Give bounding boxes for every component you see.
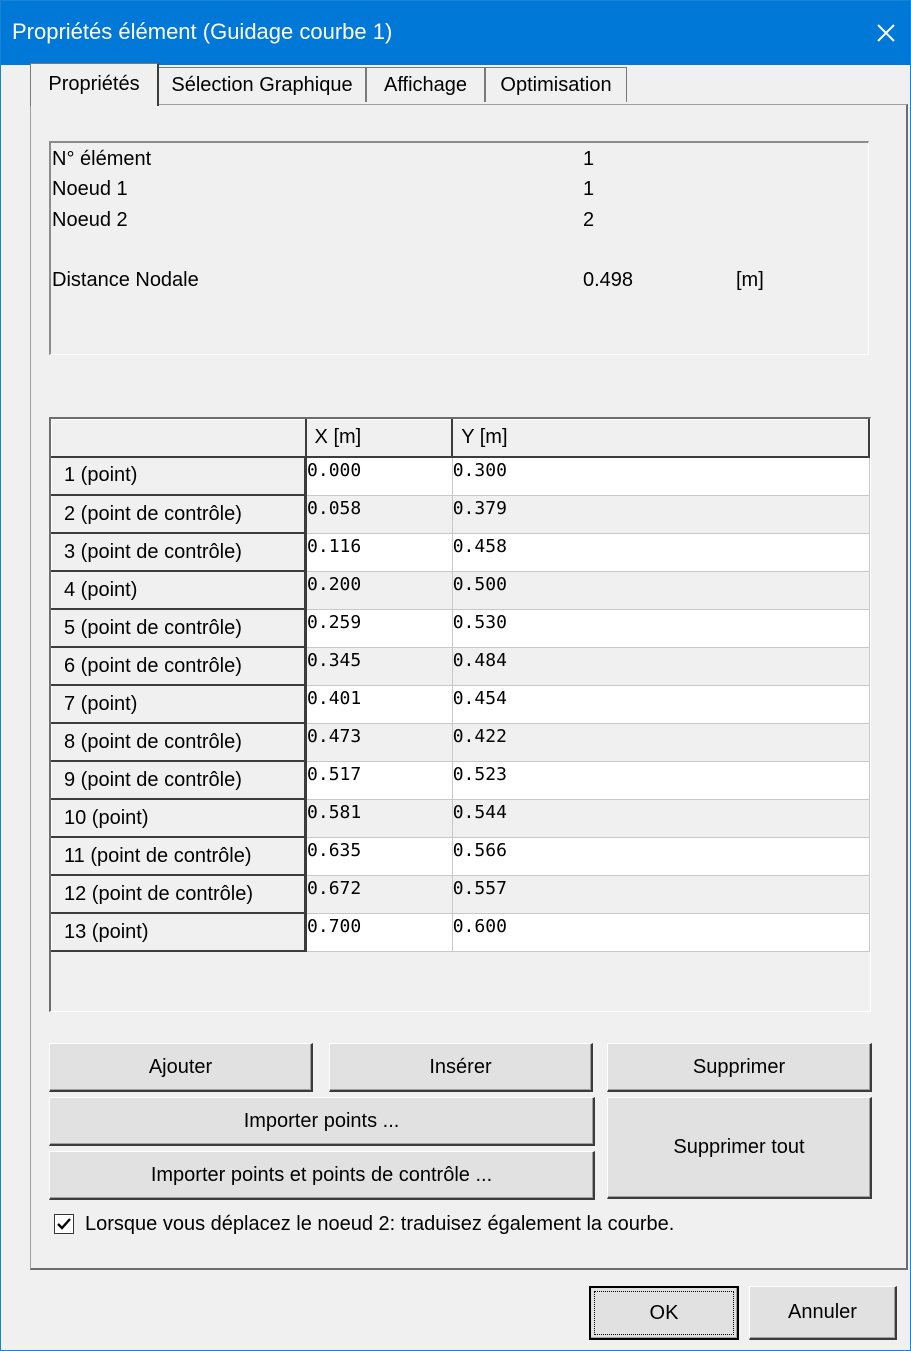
element-number-label: N° élément [52, 148, 152, 170]
y-cell[interactable]: 0.484 [452, 647, 870, 686]
x-cell[interactable]: 0.345 [305, 647, 453, 686]
table-row[interactable]: 2 (point de contrôle) 0.058 0.379 [51, 494, 870, 534]
x-cell[interactable]: 0.635 [305, 837, 453, 876]
tab-selection-graphique[interactable]: Sélection Graphique [158, 67, 366, 102]
y-cell[interactable]: 0.422 [452, 723, 870, 762]
row-header[interactable]: 6 (point de contrôle) [51, 646, 308, 686]
nodal-distance-label: Distance Nodale [52, 269, 199, 291]
x-cell[interactable]: 0.700 [305, 913, 453, 952]
row-header[interactable]: 7 (point) [51, 684, 308, 724]
tab-label: Propriétés [48, 73, 140, 95]
x-cell[interactable]: 0.672 [305, 875, 453, 914]
node2-value: 2 [583, 209, 595, 231]
delete-button[interactable]: Supprimer [607, 1043, 872, 1092]
table-row[interactable]: 3 (point de contrôle) 0.116 0.458 [51, 532, 870, 572]
column-header-y[interactable]: Y [m] [451, 419, 870, 458]
delete-all-label: Supprimer tout [673, 1136, 805, 1158]
insert-button-label: Insérer [429, 1055, 492, 1078]
cancel-button-label: Annuler [788, 1301, 857, 1323]
element-info-box [49, 141, 869, 355]
close-button[interactable] [862, 1, 910, 65]
table-row[interactable]: 5 (point de contrôle) 0.259 0.530 [51, 608, 870, 648]
row-header[interactable]: 1 (point) [51, 456, 308, 496]
points-table: X [m] Y [m] 1 (point) 0.000 0.300 2 (point … [51, 419, 870, 952]
table-row[interactable]: 4 (point) 0.200 0.500 [51, 570, 870, 610]
import-points-label: Importer points ... [243, 1109, 400, 1132]
row-header[interactable]: 9 (point de contrôle) [51, 760, 308, 800]
translate-curve-label[interactable]: Lorsque vous déplacez le noeud 2: tradui… [85, 1213, 674, 1236]
y-cell[interactable]: 0.544 [452, 799, 870, 838]
x-cell[interactable]: 0.200 [305, 571, 453, 610]
x-cell[interactable]: 0.116 [305, 533, 453, 572]
add-button-label: Ajouter [148, 1055, 213, 1078]
window-title: Propriétés élément (Guidage courbe 1) [12, 19, 393, 44]
tab-proprietes[interactable]: Propriétés [30, 63, 159, 106]
y-cell[interactable]: 0.530 [452, 609, 870, 648]
title-bar[interactable]: Propriétés élément (Guidage courbe 1) [1, 1, 910, 65]
x-cell[interactable]: 0.581 [305, 799, 453, 838]
y-cell[interactable]: 0.454 [452, 685, 870, 724]
y-cell[interactable]: 0.566 [452, 837, 870, 876]
row-header[interactable]: 2 (point de contrôle) [51, 494, 308, 534]
tab-label: Affichage [383, 74, 468, 96]
table-row[interactable]: 6 (point de contrôle) 0.345 0.484 [51, 646, 870, 686]
points-grid[interactable]: X [m] Y [m] 1 (point) 0.000 0.300 2 (point … [49, 417, 871, 1012]
y-cell[interactable]: 0.300 [452, 456, 870, 496]
table-row[interactable]: 13 (point) 0.700 0.600 [51, 912, 870, 952]
node1-value: 1 [583, 178, 595, 200]
node1-label: Noeud 1 [52, 178, 128, 200]
row-header[interactable]: 11 (point de contrôle) [51, 836, 308, 876]
tab-optimisation[interactable]: Optimisation [485, 67, 627, 102]
x-cell[interactable]: 0.473 [305, 723, 453, 762]
dialog-window: Propriétés élément (Guidage courbe 1) Pr… [0, 0, 911, 1351]
nodal-distance-unit: [m] [736, 269, 764, 291]
y-cell[interactable]: 0.523 [452, 761, 870, 800]
row-header[interactable]: 4 (point) [51, 570, 308, 610]
table-row[interactable]: 9 (point de contrôle) 0.517 0.523 [51, 760, 870, 800]
y-cell[interactable]: 0.379 [452, 495, 870, 534]
node2-label: Noeud 2 [52, 209, 128, 231]
table-row[interactable]: 10 (point) 0.581 0.544 [51, 798, 870, 838]
tab-label: Sélection Graphique [171, 74, 353, 96]
grid-corner-header [51, 419, 307, 458]
row-header[interactable]: 13 (point) [51, 912, 308, 952]
x-cell[interactable]: 0.401 [305, 685, 453, 724]
checkmark-icon [57, 1218, 71, 1230]
row-header[interactable]: 12 (point de contrôle) [51, 874, 308, 914]
y-cell[interactable]: 0.600 [452, 913, 870, 952]
ok-button[interactable]: OK [589, 1286, 739, 1340]
delete-button-label: Supprimer [692, 1055, 786, 1078]
table-row[interactable]: 7 (point) 0.401 0.454 [51, 684, 870, 724]
x-cell[interactable]: 0.517 [305, 761, 453, 800]
x-cell[interactable]: 0.058 [305, 495, 453, 534]
table-row[interactable]: 12 (point de contrôle) 0.672 0.557 [51, 874, 870, 914]
row-header[interactable]: 10 (point) [51, 798, 308, 838]
row-header[interactable]: 5 (point de contrôle) [51, 608, 308, 648]
y-cell[interactable]: 0.500 [452, 571, 870, 610]
row-header[interactable]: 8 (point de contrôle) [51, 722, 308, 762]
tab-affichage[interactable]: Affichage [366, 67, 485, 102]
y-cell[interactable]: 0.557 [452, 875, 870, 914]
insert-button[interactable]: Insérer [329, 1043, 593, 1092]
close-icon [877, 24, 895, 42]
cancel-button[interactable]: Annuler [749, 1286, 897, 1340]
x-cell[interactable]: 0.259 [305, 609, 453, 648]
row-header[interactable]: 3 (point de contrôle) [51, 532, 308, 572]
delete-all-button[interactable]: Supprimer tout [607, 1097, 872, 1199]
nodal-distance-value: 0.498 [583, 269, 634, 291]
add-button[interactable]: Ajouter [49, 1043, 313, 1092]
translate-curve-checkbox[interactable] [54, 1214, 74, 1234]
table-row[interactable]: 11 (point de contrôle) 0.635 0.566 [51, 836, 870, 876]
table-row[interactable]: 8 (point de contrôle) 0.473 0.422 [51, 722, 870, 762]
import-points-control-button[interactable]: Importer points et points de contrôle ..… [49, 1151, 595, 1200]
import-points-control-label: Importer points et points de contrôle ..… [150, 1163, 493, 1186]
ok-button-label: OK [649, 1301, 679, 1324]
element-number-value: 1 [583, 148, 595, 170]
y-cell[interactable]: 0.458 [452, 533, 870, 572]
import-points-button[interactable]: Importer points ... [49, 1097, 595, 1146]
table-row[interactable]: 1 (point) 0.000 0.300 [51, 456, 870, 496]
x-cell[interactable]: 0.000 [305, 456, 453, 496]
column-header-x[interactable]: X [m] [305, 419, 454, 458]
tab-label: Optimisation [500, 74, 612, 96]
